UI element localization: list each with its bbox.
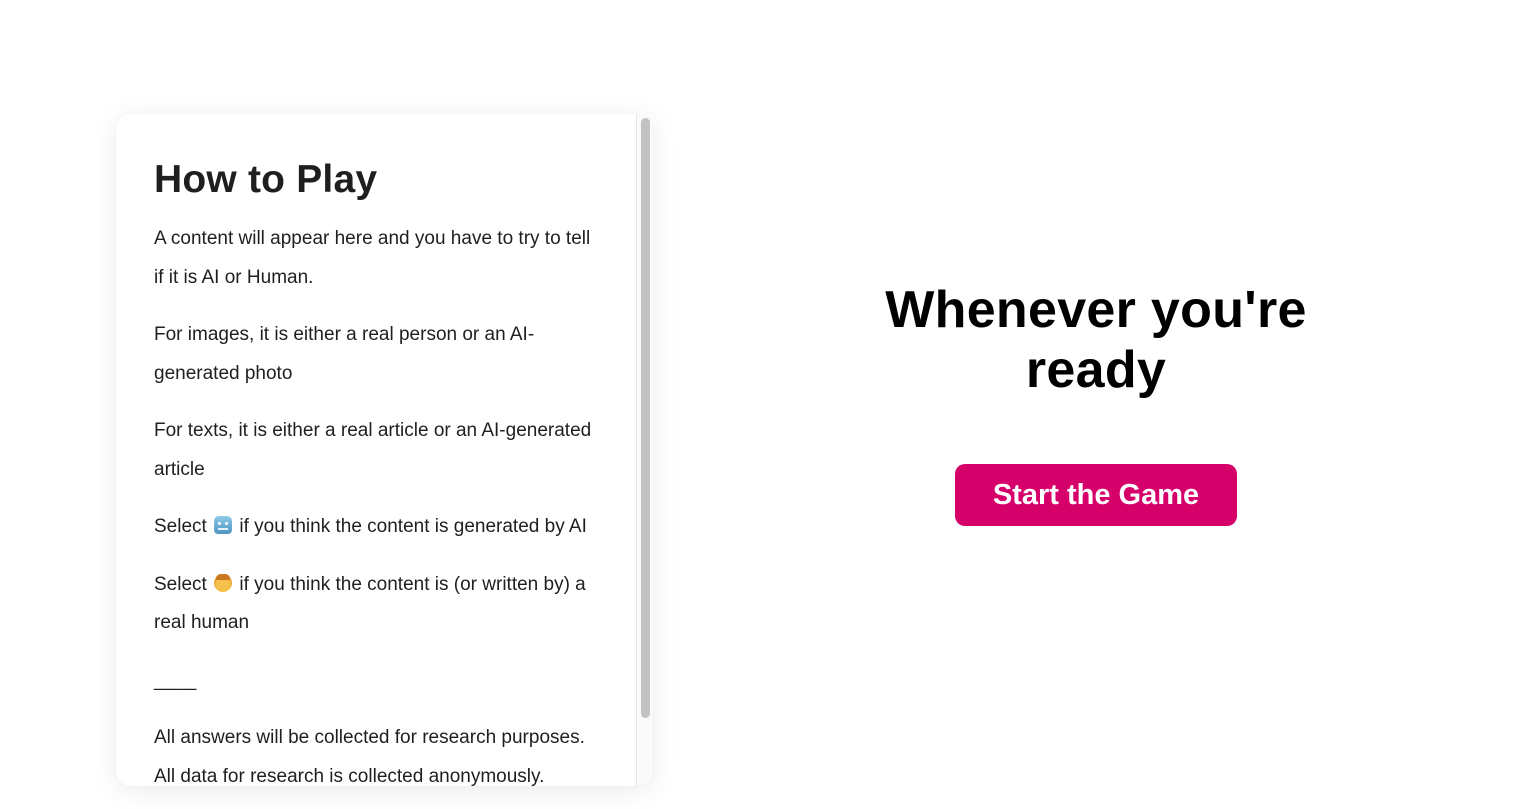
scrollbar[interactable] [636, 114, 653, 786]
instruction-ai-select: Select if you think the content is gener… [154, 508, 598, 547]
select-label: Select [154, 573, 207, 595]
robot-icon [214, 516, 233, 534]
how-to-play-title: How to Play [154, 158, 378, 201]
how-to-play-panel: How to Play A content will appear here a… [116, 114, 653, 786]
ready-heading: Whenever you're ready [885, 281, 1307, 399]
instruction-paragraph: A content will appear here and you have … [154, 228, 591, 288]
instruction-paragraph: For images, it is either a real person o… [154, 324, 535, 384]
ai-select-description: if you think the content is generated by… [239, 516, 587, 537]
start-game-button[interactable]: Start the Game [955, 464, 1237, 526]
research-notice: All answers will be collected for resear… [154, 727, 585, 786]
start-section: Whenever you're ready Start the Game [816, 280, 1376, 526]
instruction-paragraph: For texts, it is either a real article o… [154, 420, 592, 480]
how-to-play-scroll-area[interactable]: How to Play A content will appear here a… [116, 114, 636, 786]
scrollbar-thumb[interactable] [641, 118, 650, 718]
select-label: Select [154, 516, 207, 537]
instruction-human-select: Select if you think the content is (or w… [154, 566, 598, 643]
page: How to Play A content will appear here a… [0, 0, 1536, 809]
person-icon [214, 573, 233, 592]
divider-line: ____ [154, 669, 197, 691]
